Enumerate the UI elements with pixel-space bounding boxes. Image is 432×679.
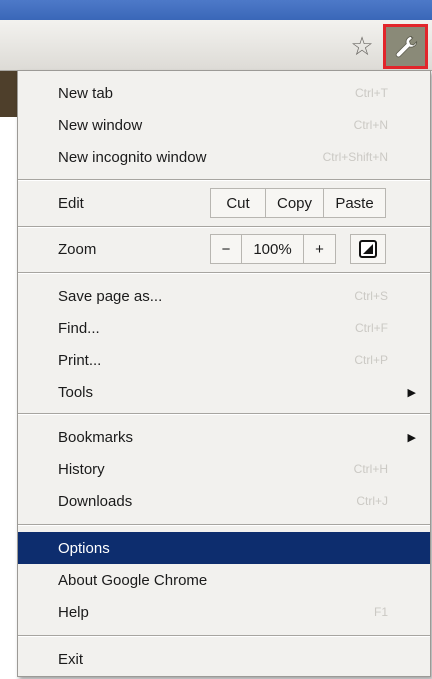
menu-item-label: New incognito window <box>58 148 207 166</box>
menu-item-label: Edit <box>58 194 84 212</box>
menu-item-new-incognito-window[interactable]: New incognito window Ctrl+Shift+N <box>18 141 430 173</box>
menu-item-shortcut: Ctrl+H <box>353 462 388 476</box>
paste-button[interactable]: Paste <box>323 189 385 217</box>
menu-item-new-tab[interactable]: New tab Ctrl+T <box>18 77 430 109</box>
menu-item-shortcut: Ctrl+J <box>356 494 388 508</box>
menu-separator <box>18 272 430 274</box>
wrench-dropdown-menu: New tab Ctrl+T New window Ctrl+N New inc… <box>17 70 431 677</box>
menu-item-shortcut: Ctrl+F <box>355 321 388 335</box>
submenu-arrow-icon: ▶ <box>407 431 416 444</box>
menu-item-save-page-as[interactable]: Save page as... Ctrl+S <box>18 280 430 312</box>
menu-item-label: About Google Chrome <box>58 571 208 589</box>
submenu-arrow-icon: ▶ <box>407 386 416 399</box>
menu-item-history[interactable]: History Ctrl+H <box>18 453 430 485</box>
menu-separator <box>18 635 430 637</box>
menu-item-label: Zoom <box>58 240 97 258</box>
edit-button-group: Cut Copy Paste <box>210 188 386 218</box>
menu-item-label: Exit <box>58 650 84 668</box>
menu-item-find[interactable]: Find... Ctrl+F <box>18 312 430 344</box>
zoom-in-button[interactable]: + <box>303 235 335 263</box>
menu-item-new-window[interactable]: New window Ctrl+N <box>18 109 430 141</box>
wrench-icon <box>395 35 417 57</box>
cut-button[interactable]: Cut <box>211 189 265 217</box>
wrench-menu-button[interactable] <box>383 24 428 69</box>
menu-item-label: New tab <box>58 84 114 102</box>
menu-item-label: Help <box>58 603 89 621</box>
bookmark-star-icon[interactable]: ☆ <box>346 30 378 62</box>
menu-item-shortcut: Ctrl+N <box>353 118 388 132</box>
fullscreen-button[interactable] <box>350 234 386 264</box>
menu-separator <box>18 179 430 181</box>
menu-item-exit[interactable]: Exit <box>18 643 430 675</box>
menu-item-bookmarks[interactable]: Bookmarks ▶ <box>18 421 430 453</box>
menu-item-label: Bookmarks <box>58 428 134 446</box>
menu-item-label: New window <box>58 116 143 134</box>
browser-title-bar <box>0 0 432 20</box>
menu-item-about-google-chrome[interactable]: About Google Chrome <box>18 564 430 596</box>
menu-item-shortcut: Ctrl+S <box>354 289 388 303</box>
menu-item-label: Options <box>58 539 110 557</box>
menu-item-label: History <box>58 460 105 478</box>
menu-item-label: Print... <box>58 351 102 369</box>
menu-item-label: Find... <box>58 319 100 337</box>
menu-separator <box>18 413 430 415</box>
menu-item-label: Save page as... <box>58 287 163 305</box>
menu-item-shortcut: F1 <box>373 605 388 619</box>
menu-separator <box>18 226 430 228</box>
menu-item-help[interactable]: Help F1 <box>18 596 430 628</box>
menu-separator <box>18 524 430 526</box>
copy-button[interactable]: Copy <box>265 189 323 217</box>
menu-item-label: Downloads <box>58 492 133 510</box>
zoom-level-value: 100% <box>241 235 303 263</box>
menu-item-options[interactable]: Options <box>18 532 430 564</box>
menu-item-shortcut: Ctrl+T <box>355 86 388 100</box>
zoom-out-button[interactable]: − <box>211 235 241 263</box>
menu-item-shortcut: Ctrl+Shift+N <box>322 150 388 164</box>
menu-item-print[interactable]: Print... Ctrl+P <box>18 344 430 376</box>
menu-item-tools[interactable]: Tools ▶ <box>18 376 430 408</box>
menu-item-label: Tools <box>58 383 94 401</box>
zoom-button-group: − 100% + <box>210 234 336 264</box>
fullscreen-icon <box>359 240 377 258</box>
menu-item-downloads[interactable]: Downloads Ctrl+J <box>18 485 430 517</box>
menu-item-shortcut: Ctrl+P <box>354 353 388 367</box>
